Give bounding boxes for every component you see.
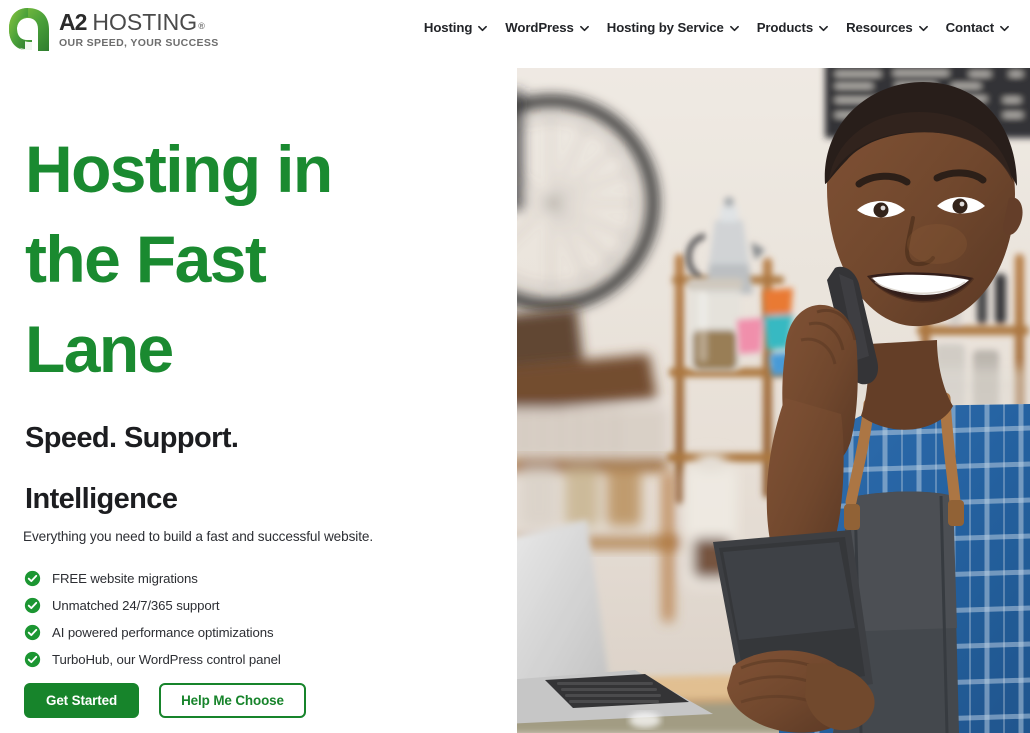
check-circle-icon (24, 570, 41, 587)
check-circle-icon (24, 651, 41, 668)
get-started-button[interactable]: Get Started (24, 683, 140, 718)
chevron-down-icon (1000, 24, 1009, 33)
brand-logo-text: A2 HOSTING ® OUR SPEED, YOUR SUCCESS (59, 8, 219, 49)
hero-subtitle-line-1: Speed. Support. (25, 422, 239, 454)
feature-label: Unmatched 24/7/365 support (52, 598, 220, 613)
landing-page: A2 HOSTING ® OUR SPEED, YOUR SUCCESS Hos… (0, 0, 1030, 733)
page-title: Hosting in the Fast Lane (25, 124, 445, 394)
nav-item-label: Products (756, 20, 814, 35)
nav-item-label: Contact (945, 20, 994, 35)
hero-image (517, 68, 1030, 733)
brand-tagline: OUR SPEED, YOUR SUCCESS (59, 36, 219, 49)
chevron-down-icon (729, 24, 739, 33)
cta-button-row: Get Started Help Me Choose (24, 683, 306, 718)
chevron-down-icon (478, 24, 488, 33)
help-me-choose-button[interactable]: Help Me Choose (159, 683, 306, 718)
nav-item-label: WordPress (505, 20, 574, 35)
nav-item-wordpress[interactable]: WordPress (496, 20, 597, 35)
hero-copy-column: Hosting in the Fast Lane Speed. Support.… (0, 60, 517, 733)
list-item: AI powered performance optimizations (24, 619, 484, 646)
list-item: FREE website migrations (24, 565, 484, 592)
primary-navigation: Hosting WordPress Hosting by Service Pro… (415, 20, 1018, 35)
brand-name-a2: A2 (59, 8, 87, 35)
chevron-down-icon (918, 24, 928, 33)
registered-mark: ® (198, 20, 205, 31)
check-circle-icon (24, 597, 41, 614)
chevron-down-icon (819, 24, 828, 33)
nav-item-hosting-by-service[interactable]: Hosting by Service (598, 20, 748, 35)
brand-logo[interactable]: A2 HOSTING ® OUR SPEED, YOUR SUCCESS (8, 6, 219, 53)
nav-item-contact[interactable]: Contact (937, 20, 1018, 35)
page-title-line-3: Lane (25, 312, 174, 386)
feature-label: FREE website migrations (52, 571, 198, 586)
brand-name-hosting: HOSTING (92, 8, 198, 35)
page-title-line-2: the Fast (25, 222, 267, 296)
nav-item-label: Resources (846, 20, 913, 35)
list-item: Unmatched 24/7/365 support (24, 592, 484, 619)
check-circle-icon (24, 624, 41, 641)
feature-list: FREE website migrations Unmatched 24/7/3… (24, 565, 484, 673)
hero-description: Everything you need to build a fast and … (23, 529, 374, 544)
feature-label: TurboHub, our WordPress control panel (52, 652, 281, 667)
page-title-line-1: Hosting in (25, 132, 333, 206)
nav-item-resources[interactable]: Resources (837, 20, 937, 35)
nav-item-hosting[interactable]: Hosting (415, 20, 496, 35)
a2-logo-mark-icon (8, 6, 52, 53)
feature-label: AI powered performance optimizations (52, 625, 274, 640)
brand-name: A2 HOSTING ® (59, 8, 219, 35)
hero-subtitle-line-2: Intelligence (25, 483, 178, 515)
hero-subtitle: Speed. Support. Intelligence (25, 408, 465, 530)
chevron-down-icon (579, 24, 589, 33)
list-item: TurboHub, our WordPress control panel (24, 646, 484, 673)
nav-item-label: Hosting by Service (606, 20, 724, 35)
site-header: A2 HOSTING ® OUR SPEED, YOUR SUCCESS Hos… (0, 0, 1030, 60)
nav-item-products[interactable]: Products (748, 20, 837, 35)
nav-item-label: Hosting (423, 20, 473, 35)
